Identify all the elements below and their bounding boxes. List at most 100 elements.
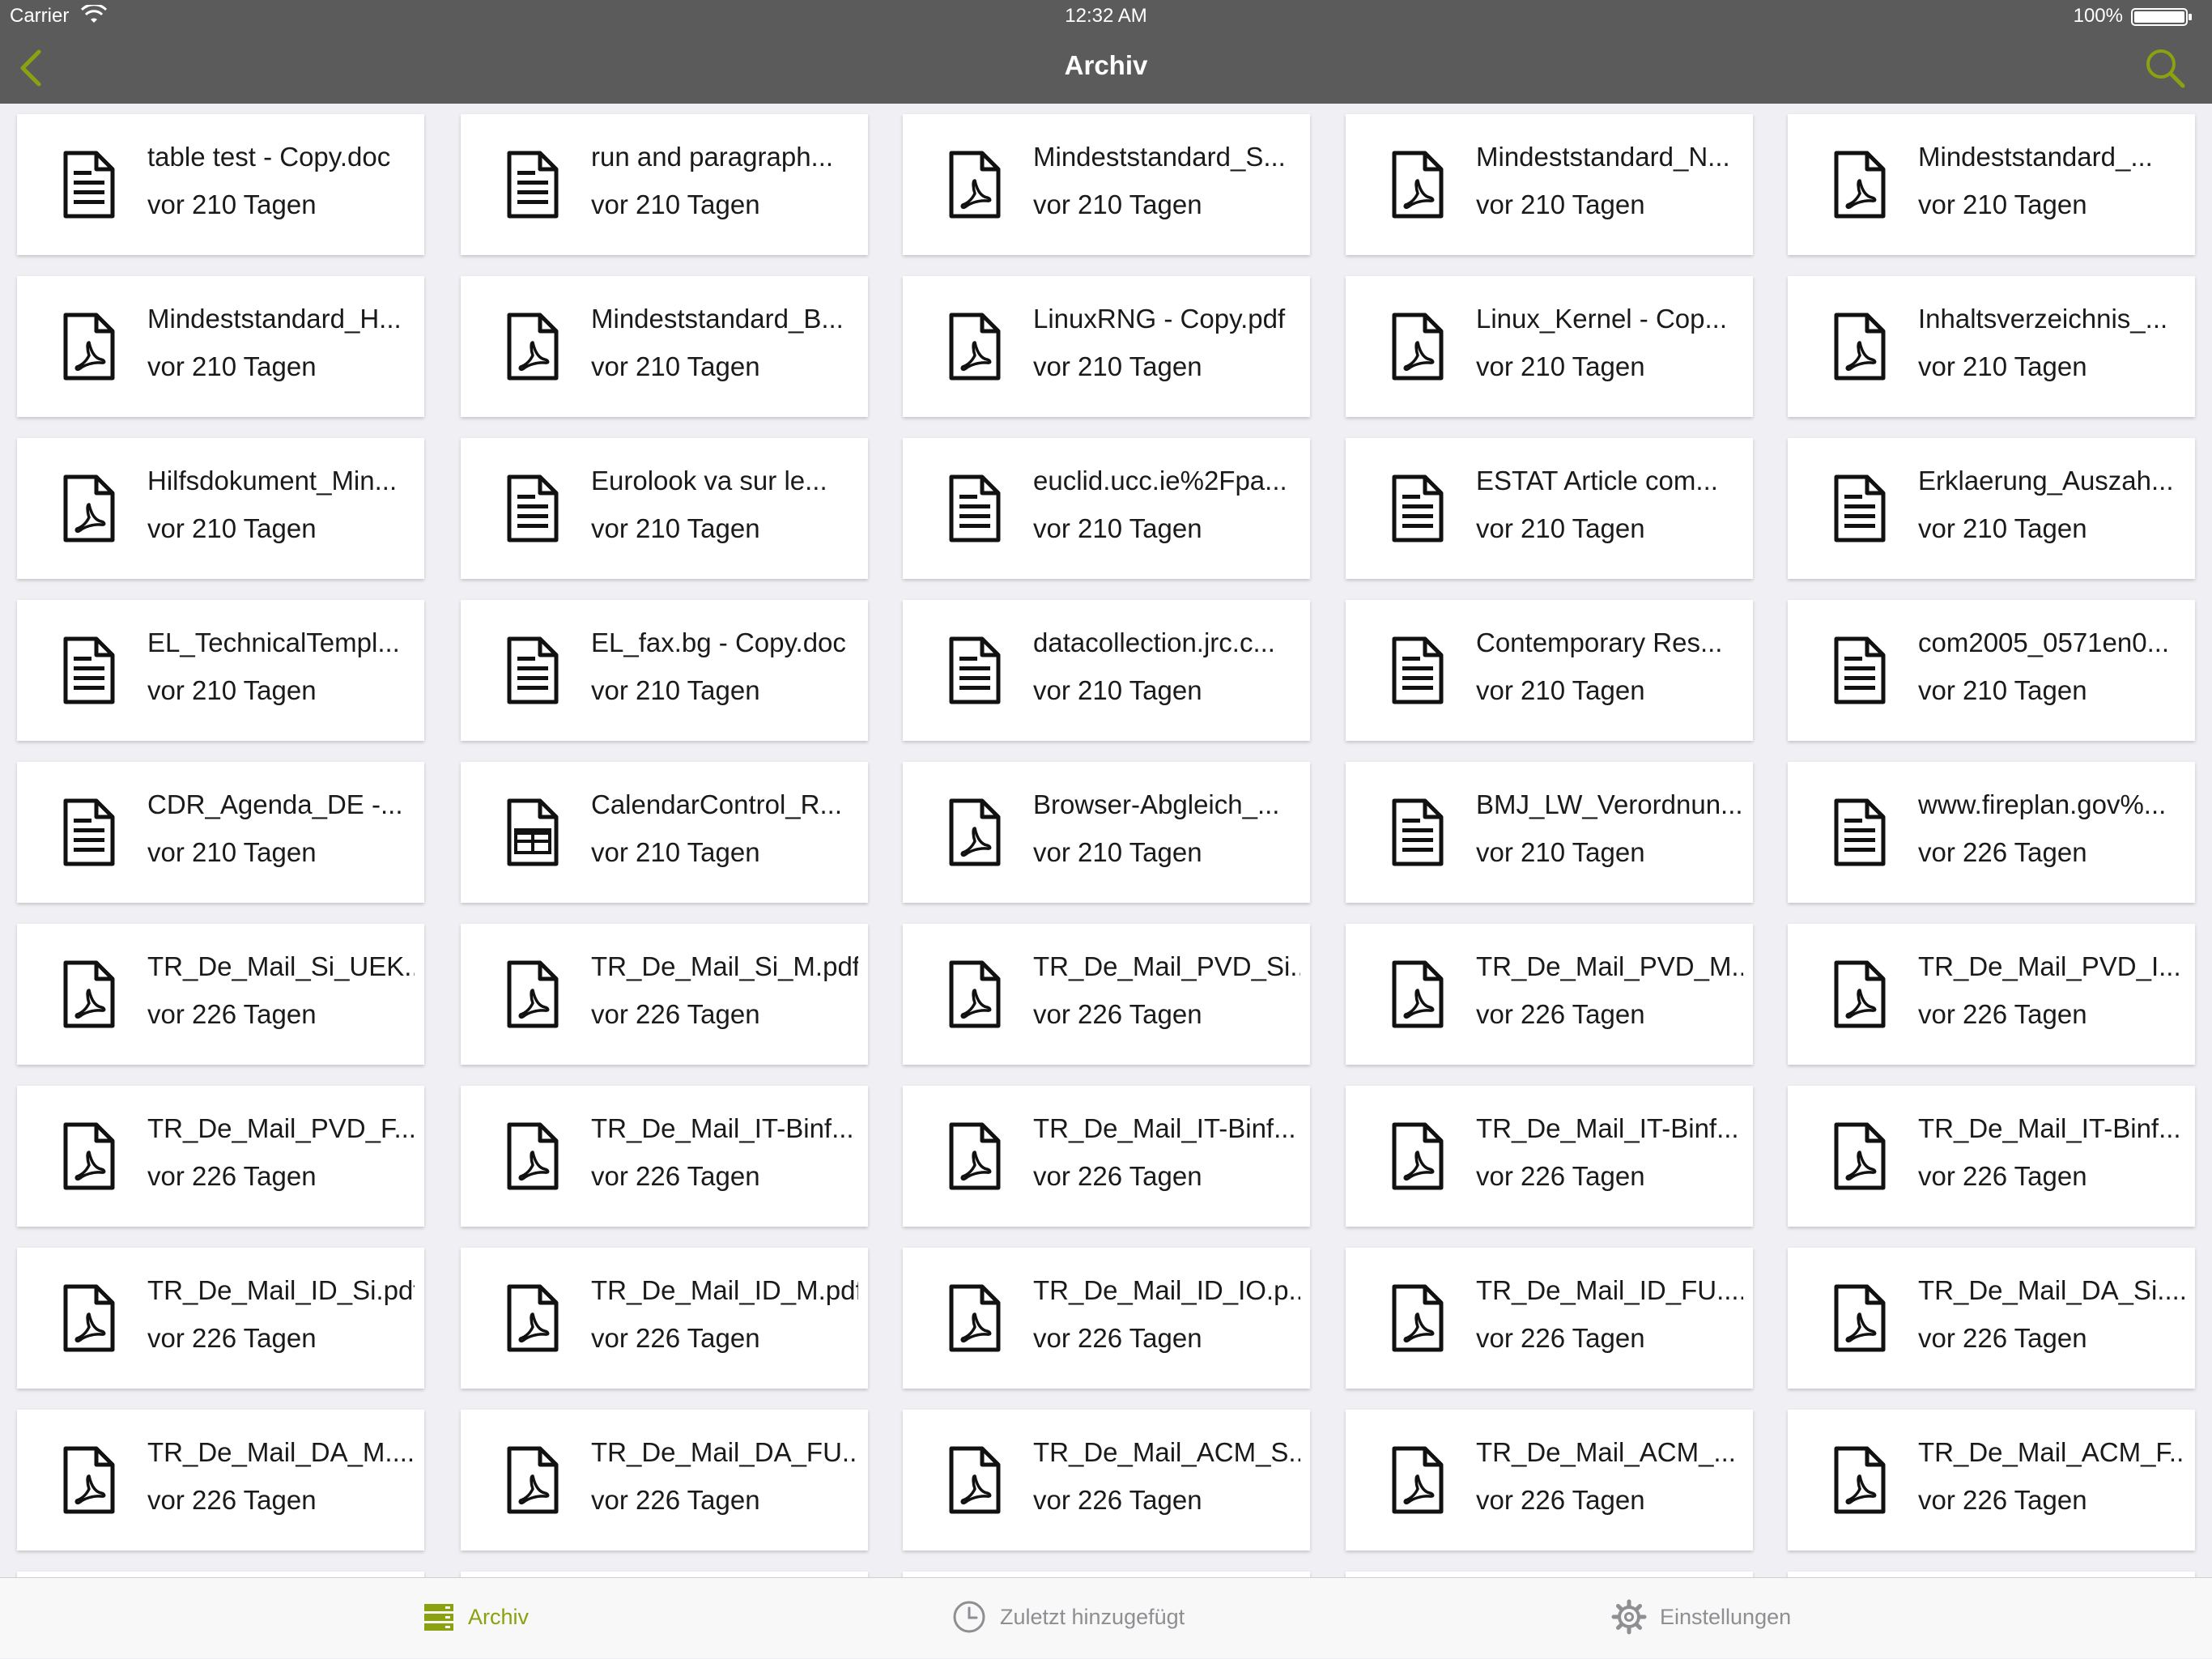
file-name: TR_De_Mail_IT-Binf... <box>1033 1113 1296 1143</box>
file-card[interactable]: TR_De_Mail_ID_IO.p... vor 226 Tagen <box>903 1248 1310 1389</box>
file-name: Inhaltsverzeichnis_... <box>1918 304 2168 334</box>
file-name: CalendarControl_R... <box>591 789 842 819</box>
file-name: TR_De_Mail_IT-Binf... <box>591 1113 854 1143</box>
file-date: vor 226 Tagen <box>1918 999 2087 1029</box>
pdf-icon <box>63 1284 115 1352</box>
file-card[interactable]: Mindeststandard_B... vor 210 Tagen <box>461 276 868 417</box>
tab-archiv[interactable]: Archiv <box>421 1578 551 1659</box>
file-card[interactable]: com2005_0571en0... vor 210 Tagen <box>1788 600 2195 741</box>
file-card[interactable]: ESTAT Article com... vor 210 Tagen <box>1346 438 1753 579</box>
file-card-partial[interactable] <box>1788 1572 2195 1577</box>
file-card[interactable]: BMJ_LW_Verordnun... vor 210 Tagen <box>1346 762 1753 903</box>
file-date: vor 210 Tagen <box>1476 837 1645 867</box>
file-name: TR_De_Mail_ID_M.pdf <box>591 1275 858 1305</box>
file-card[interactable]: datacollection.jrc.c... vor 210 Tagen <box>903 600 1310 741</box>
file-card[interactable]: TR_De_Mail_ID_M.pdfvor 226 Tagen <box>461 1248 868 1389</box>
file-card[interactable]: www.fireplan.gov%... vor 226 Tagen <box>1788 762 2195 903</box>
file-card[interactable]: Mindeststandard_S... vor 210 Tagen <box>903 114 1310 255</box>
file-card[interactable]: run and paragraph... vor 210 Tagen <box>461 114 868 255</box>
tab-label: Zuletzt hinzugefügt <box>1000 1605 1185 1629</box>
pdf-icon <box>63 1446 115 1514</box>
file-card[interactable]: EL_fax.bg - Copy.doc vor 210 Tagen <box>461 600 868 741</box>
file-card[interactable]: Browser-Abgleich_... vor 210 Tagen <box>903 762 1310 903</box>
file-name: ESTAT Article com... <box>1476 466 1718 496</box>
file-date: vor 226 Tagen <box>1476 1485 1645 1515</box>
pdf-icon <box>1834 1446 1886 1514</box>
navigation-bar: Archiv <box>0 32 2212 104</box>
file-name: Linux_Kernel - Cop... <box>1476 304 1728 334</box>
file-card[interactable]: Erklaerung_Auszah... vor 210 Tagen <box>1788 438 2195 579</box>
file-card[interactable]: euclid.ucc.ie%2Fpa... vor 210 Tagen <box>903 438 1310 579</box>
file-card[interactable]: TR_De_Mail_Si_M.pdf vor 226 Tagen <box>461 924 868 1065</box>
file-name: EL_TechnicalTempl... <box>147 627 400 657</box>
file-card[interactable]: TR_De_Mail_DA_Si....vor 226 Tagen <box>1788 1248 2195 1389</box>
file-card[interactable]: TR_De_Mail_ACM_S... vor 226 Tagen <box>903 1410 1310 1551</box>
file-card[interactable]: TR_De_Mail_PVD_Si... vor 226 Tagen <box>903 924 1310 1065</box>
file-date: vor 210 Tagen <box>591 837 760 867</box>
file-card[interactable]: EL_TechnicalTempl...vor 210 Tagen <box>17 600 424 741</box>
file-card[interactable]: TR_De_Mail_ID_FU.... vor 226 Tagen <box>1346 1248 1753 1389</box>
file-date: vor 210 Tagen <box>1918 675 2087 705</box>
file-name: LinuxRNG - Copy.pdf <box>1033 304 1286 334</box>
file-date: vor 226 Tagen <box>1476 1323 1645 1353</box>
file-card[interactable]: LinuxRNG - Copy.pdf vor 210 Tagen <box>903 276 1310 417</box>
search-icon[interactable] <box>2142 45 2188 91</box>
file-name: Mindeststandard_B... <box>591 304 844 334</box>
file-card[interactable]: Mindeststandard_... vor 210 Tagen <box>1788 114 2195 255</box>
tab-recently-added[interactable]: Zuletzt hinzugefügt <box>951 1578 1291 1659</box>
file-date: vor 226 Tagen <box>1033 1485 1202 1515</box>
pdf-icon <box>949 960 1001 1028</box>
file-date: vor 210 Tagen <box>591 675 760 705</box>
file-date: vor 226 Tagen <box>1033 1161 1202 1191</box>
file-card-partial[interactable] <box>17 1572 424 1577</box>
file-name: euclid.ucc.ie%2Fpa... <box>1033 466 1287 496</box>
file-card-partial[interactable] <box>903 1572 1310 1577</box>
file-name: TR_De_Mail_IT-Binf... <box>1476 1113 1739 1143</box>
file-card[interactable]: TR_De_Mail_IT-Binf... vor 226 Tagen <box>461 1086 868 1227</box>
file-card[interactable]: TR_De_Mail_ID_Si.pdf vor 226 Tagen <box>17 1248 424 1389</box>
file-name: TR_De_Mail_DA_Si.... <box>1918 1275 2185 1305</box>
file-date: vor 210 Tagen <box>1476 189 1645 219</box>
file-card[interactable]: Eurolook va sur le... vor 210 Tagen <box>461 438 868 579</box>
document-icon <box>507 474 559 542</box>
file-date: vor 226 Tagen <box>147 1323 317 1353</box>
file-card[interactable]: Inhaltsverzeichnis_... vor 210 Tagen <box>1788 276 2195 417</box>
file-card[interactable]: TR_De_Mail_DA_FU... vor 226 Tagen <box>461 1410 868 1551</box>
file-card[interactable]: TR_De_Mail_ACM_... vor 226 Tagen <box>1346 1410 1753 1551</box>
file-card[interactable]: TR_De_Mail_PVD_F... vor 226 Tagen <box>17 1086 424 1227</box>
file-card[interactable]: Linux_Kernel - Cop... vor 210 Tagen <box>1346 276 1753 417</box>
pdf-icon <box>949 313 1001 381</box>
file-card[interactable]: TR_De_Mail_IT-Binf... vor 226 Tagen <box>1346 1086 1753 1227</box>
file-card[interactable]: TR_De_Mail_Si_UEK... vor 226 Tagen <box>17 924 424 1065</box>
file-date: vor 210 Tagen <box>1033 675 1202 705</box>
tab-settings[interactable]: Einstellungen <box>1611 1578 1822 1659</box>
file-card[interactable]: TR_De_Mail_PVD_I...vor 226 Tagen <box>1788 924 2195 1065</box>
file-date: vor 226 Tagen <box>1918 1323 2087 1353</box>
file-card[interactable]: CDR_Agenda_DE -... vor 210 Tagen <box>17 762 424 903</box>
file-card[interactable]: TR_De_Mail_DA_M.... vor 226 Tagen <box>17 1410 424 1551</box>
file-card[interactable]: Mindeststandard_H... vor 210 Tagen <box>17 276 424 417</box>
document-icon <box>949 636 1001 704</box>
pdf-icon <box>63 474 115 542</box>
pdf-icon <box>1834 1284 1886 1352</box>
file-card[interactable]: TR_De_Mail_PVD_M... vor 226 Tagen <box>1346 924 1753 1065</box>
pdf-icon <box>949 1284 1001 1352</box>
file-card[interactable]: CalendarControl_R...vor 210 Tagen <box>461 762 868 903</box>
pdf-icon <box>1834 151 1886 219</box>
pdf-icon <box>507 1122 559 1190</box>
file-name: TR_De_Mail_PVD_I... <box>1918 951 2181 981</box>
file-name: Contemporary Res... <box>1476 627 1723 657</box>
file-card[interactable]: Mindeststandard_N... vor 210 Tagen <box>1346 114 1753 255</box>
file-date: vor 210 Tagen <box>1033 837 1202 867</box>
file-card[interactable]: TR_De_Mail_ACM_F... vor 226 Tagen <box>1788 1410 2195 1551</box>
file-date: vor 210 Tagen <box>147 675 317 705</box>
file-card[interactable]: TR_De_Mail_IT-Binf... vor 226 Tagen <box>1788 1086 2195 1227</box>
file-card-partial[interactable] <box>1346 1572 1753 1577</box>
file-card[interactable]: TR_De_Mail_IT-Binf...vor 226 Tagen <box>903 1086 1310 1227</box>
file-date: vor 226 Tagen <box>591 1323 760 1353</box>
file-date: vor 210 Tagen <box>147 351 317 381</box>
file-card-partial[interactable] <box>461 1572 868 1577</box>
file-card[interactable]: table test - Copy.doc vor 210 Tagen <box>17 114 424 255</box>
file-card[interactable]: Contemporary Res... vor 210 Tagen <box>1346 600 1753 741</box>
file-card[interactable]: Hilfsdokument_Min... vor 210 Tagen <box>17 438 424 579</box>
